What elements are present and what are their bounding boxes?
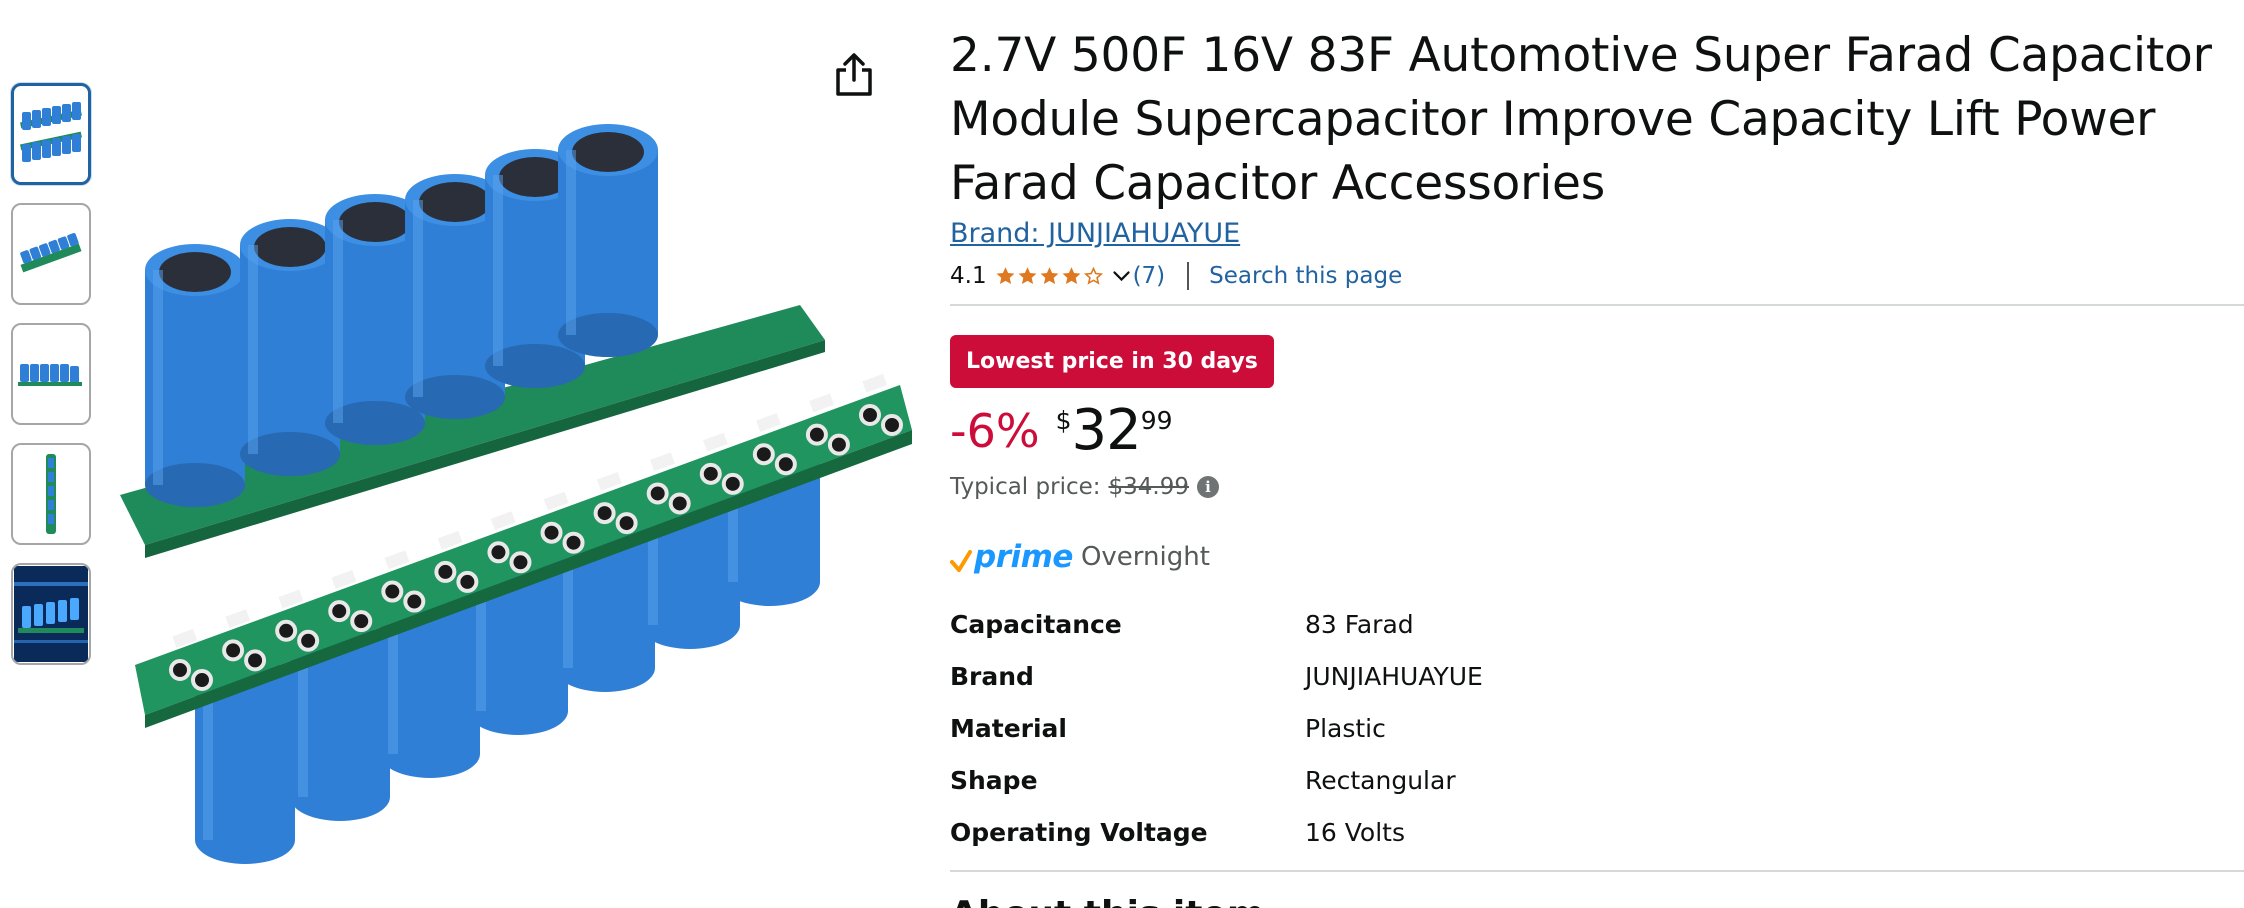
capacitor [145, 244, 245, 507]
share-icon [836, 53, 872, 96]
thumbnail-1[interactable] [11, 83, 91, 185]
thumbnail-4[interactable] [11, 443, 91, 545]
prime-check-icon [950, 550, 972, 572]
product-info: 2.7V 500F 16V 83F Automotive Super Farad… [950, 24, 2244, 908]
brand-link[interactable]: Brand: JUNJIAHUAYUE [950, 218, 1240, 249]
spec-value: 16 Volts [1305, 817, 1405, 847]
rating-row: 4.1 (7) Search this page [950, 259, 2244, 293]
star-empty-icon [1083, 266, 1103, 285]
capacitor [558, 124, 658, 357]
spec-key: Capacitance [950, 609, 1122, 639]
thumbnail-3[interactable] [11, 323, 91, 425]
divider [1187, 262, 1190, 290]
spec-key: Brand [950, 661, 1034, 691]
price-block: -6% $ 32 99 [950, 400, 2244, 470]
product-title: 2.7V 500F 16V 83F Automotive Super Farad… [950, 28, 2212, 211]
divider [950, 304, 2244, 306]
price-currency: $ [1055, 406, 1072, 435]
share-button[interactable] [832, 50, 876, 98]
spec-row: Brand JUNJIAHUAYUE [950, 650, 2244, 702]
typical-price-value: $34.99 [1108, 474, 1189, 500]
spec-table: Capacitance 83 Farad Brand JUNJIAHUAYUE … [950, 598, 2244, 858]
spec-value: 83 Farad [1305, 609, 1414, 639]
thumbnail-2[interactable] [11, 203, 91, 305]
spec-value: Rectangular [1305, 765, 1456, 795]
rating-count-link[interactable]: (7) [1133, 263, 1166, 289]
spec-value: Plastic [1305, 713, 1386, 743]
star-icon [1018, 267, 1037, 285]
spec-row: Capacitance 83 Farad [950, 598, 2244, 650]
spec-value: JUNJIAHUAYUE [1305, 661, 1483, 691]
price-whole: 32 [1071, 398, 1141, 463]
prime-delivery-speed: Overnight [1080, 542, 1210, 572]
rating-value: 4.1 [950, 263, 987, 289]
star-rating[interactable] [995, 265, 1133, 287]
star-icon [1040, 267, 1059, 285]
prime-logo: prime [974, 539, 1073, 575]
spec-key: Operating Voltage [950, 817, 1208, 847]
typical-price-label: Typical price: [950, 474, 1101, 500]
chevron-down-icon [1112, 271, 1130, 282]
spec-row: Material Plastic [950, 702, 2244, 754]
about-heading: About this item [950, 894, 2244, 908]
star-icon [996, 267, 1015, 285]
spec-key: Shape [950, 765, 1038, 795]
prime-delivery[interactable]: prime Overnight [950, 534, 2244, 574]
spec-key: Material [950, 713, 1067, 743]
deal-badge: Lowest price in 30 days [950, 335, 1274, 388]
info-icon[interactable]: i [1196, 476, 1219, 498]
star-icon [1062, 267, 1081, 285]
spec-row: Shape Rectangular [950, 754, 2244, 806]
spec-row: Operating Voltage 16 Volts [950, 806, 2244, 858]
divider [950, 870, 2244, 872]
price-fraction: 99 [1140, 406, 1173, 435]
typical-price-row: Typical price: $34.99 i [950, 474, 2244, 500]
main-product-image[interactable] [100, 100, 930, 900]
thumbnail-5[interactable] [11, 563, 91, 665]
search-this-page-link[interactable]: Search this page [1209, 263, 1402, 289]
discount-percent: -6% [950, 404, 1040, 458]
thumbnail-strip [11, 83, 93, 683]
